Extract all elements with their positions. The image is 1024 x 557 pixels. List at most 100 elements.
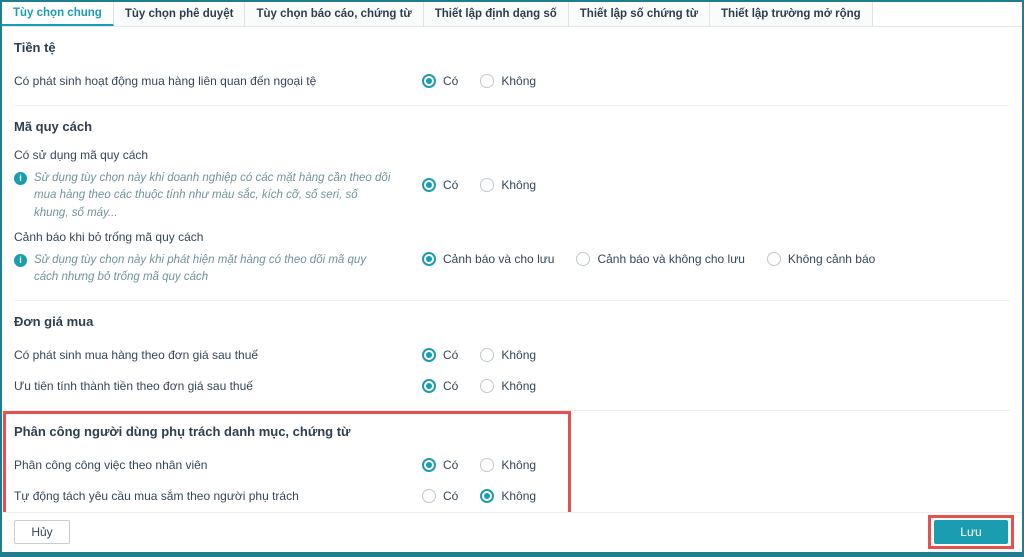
radio-button-icon[interactable] [480, 488, 495, 503]
settings-window: Tùy chọn chung Tùy chọn phê duyệt Tùy chọn… [0, 0, 1024, 557]
radio-option[interactable]: Không [480, 178, 537, 193]
info-icon: i [14, 172, 27, 186]
radio-option-label: Có [443, 378, 459, 393]
radio-option[interactable]: Không [480, 74, 536, 88]
radio-button-icon[interactable] [480, 178, 495, 193]
tab-4[interactable]: Thiết lập định dạng số [423, 2, 569, 26]
setting-text: Có phát sinh hoạt động mua hàng liên qua… [14, 73, 316, 89]
radio-option[interactable]: Không [480, 488, 537, 503]
radio-option-label: Cảnh báo và cho lưu [443, 251, 555, 266]
setting-text: Có sử dụng mã quy cách i Sử dụng tùy chọn … [14, 147, 392, 224]
radio-button-icon[interactable] [480, 378, 495, 393]
setting-row: Có phát sinh hoạt động mua hàng liên qua… [14, 68, 1010, 94]
radio-option[interactable]: Có [422, 488, 459, 503]
radio-option-label: Không cảnh báo [787, 251, 876, 266]
radio-option[interactable]: Có [422, 178, 459, 193]
radio-option[interactable]: Có [422, 378, 459, 393]
radio-button-icon[interactable] [766, 251, 781, 266]
info-icon: i [14, 254, 27, 268]
radio-button-icon[interactable] [480, 457, 495, 472]
save-button-wrapper: Lưu [928, 514, 1014, 549]
radio-option-label: Không [501, 457, 537, 472]
setting-text: Ưu tiên tính thành tiền theo đơn giá sau… [14, 378, 253, 394]
tab-2[interactable]: Tùy chọn phê duyệt [113, 2, 246, 26]
setting-row: Có phát sinh mua hàng theo đơn giá sau t… [14, 342, 1010, 368]
radio-option[interactable]: Không cảnh báo [766, 251, 876, 266]
radio-option-label: Có [443, 74, 459, 88]
footer-bar: Hủy Lưu [2, 512, 1022, 552]
tab-5[interactable]: Thiết lập số chứng từ [568, 2, 711, 26]
radio-option[interactable]: Không [480, 378, 537, 393]
radio-option[interactable]: Có [422, 74, 458, 88]
tab-3[interactable]: Tùy chọn báo cáo, chứng từ [245, 2, 424, 26]
setting-label: Ưu tiên tính thành tiền theo đơn giá sau… [14, 378, 253, 393]
radio-option-label: Có [443, 488, 459, 503]
setting-note-text: Sử dụng tùy chọn này khi doanh nghiệp có… [34, 172, 391, 219]
setting-label: Có phát sinh hoạt động mua hàng liên qua… [14, 73, 317, 88]
section-currency: Tiền tệ Có phát sinh hoạt động mua hàng l… [14, 27, 1010, 105]
radio-group: Có Không [422, 488, 537, 503]
section-title: Mã quy cách [14, 119, 93, 134]
setting-row: Có sử dụng mã quy cách i Sử dụng tùy chọn … [14, 147, 1010, 224]
setting-text: Tự động tách yêu cầu mua sắm theo người … [14, 488, 299, 504]
radio-option[interactable]: Cảnh báo và cho lưu [422, 251, 555, 266]
setting-text: Có phát sinh mua hàng theo đơn giá sau t… [14, 347, 258, 363]
radio-option-label: Có [443, 457, 459, 472]
save-button[interactable]: Lưu [934, 519, 1008, 544]
tab-bar: Tùy chọn chung Tùy chọn phê duyệt Tùy chọn… [2, 2, 1022, 27]
setting-text: Cảnh báo khi bỏ trống mã quy cách i Sử dụn… [14, 229, 392, 289]
tab-1[interactable]: Tùy chọn chung [2, 2, 114, 26]
setting-label: Tự động tách yêu cầu mua sắm theo người … [14, 488, 299, 503]
section-unit-price: Đơn giá mua Có phát sinh mua hàng theo đơ… [14, 299, 1010, 410]
radio-group: Cảnh báo và cho lưu Cảnh báo và không cho… [422, 251, 876, 266]
setting-label: Có sử dụng mã quy cách [14, 148, 149, 162]
radio-option[interactable]: Không [480, 347, 537, 362]
radio-option-label: Có [443, 347, 459, 362]
setting-text: Phân công công việc theo nhân viên [14, 457, 207, 473]
radio-option[interactable]: Có [422, 347, 459, 362]
section-title: Tiền tệ [14, 40, 56, 55]
section-title: Đơn giá mua [14, 313, 94, 329]
radio-button-icon[interactable] [576, 251, 591, 266]
radio-option-label: Có [443, 178, 459, 193]
setting-note-text: Sử dụng tùy chọn này khi phát hiện mặt h… [34, 254, 367, 284]
setting-row: Cảnh báo khi bỏ trống mã quy cách i Sử dụn… [14, 229, 1010, 289]
setting-label: Phân công công việc theo nhân viên [14, 457, 208, 472]
radio-button-icon[interactable] [422, 457, 436, 472]
radio-option[interactable]: Có [422, 457, 459, 472]
setting-label: Cảnh báo khi bỏ trống mã quy cách [14, 229, 204, 244]
radio-group: Có Không [422, 178, 537, 193]
setting-label: Có phát sinh mua hàng theo đơn giá sau t… [14, 347, 259, 362]
setting-note: i Sử dụng tùy chọn này khi doanh nghiệp c… [14, 170, 392, 222]
radio-group: Có Không [422, 457, 537, 472]
setting-row: Phân công công việc theo nhân viên Có Khôn… [14, 452, 1010, 478]
radio-option-label: Không [501, 488, 537, 503]
radio-button-icon[interactable] [422, 347, 436, 362]
section-assign-owner: Phân công người dùng phụ trách danh mục,… [3, 409, 1010, 512]
setting-note: i Sử dụng tùy chọn này khi phát hiện mặt … [14, 252, 392, 287]
radio-button-icon[interactable] [422, 488, 436, 503]
radio-button-icon[interactable] [480, 347, 495, 362]
radio-option[interactable]: Không [480, 457, 537, 472]
radio-option-label: Không [501, 74, 537, 88]
radio-button-icon[interactable] [422, 251, 436, 266]
radio-option-label: Không [501, 378, 537, 393]
section-spec-code: Mã quy cách Có sử dụng mã quy cách i Sử dụn… [14, 105, 1010, 300]
setting-row: Ưu tiên tính thành tiền theo đơn giá sau… [14, 373, 1010, 399]
radio-option-label: Cảnh báo và không cho lưu [597, 251, 745, 266]
radio-group: Có Không [422, 378, 537, 393]
radio-option-label: Không [501, 178, 537, 193]
radio-button-icon[interactable] [422, 178, 436, 193]
radio-group: Có Không [422, 347, 537, 362]
cancel-button[interactable]: Hủy [14, 519, 70, 544]
radio-option[interactable]: Cảnh báo và không cho lưu [576, 251, 745, 266]
settings-content: Tiền tệ Có phát sinh hoạt động mua hàng l… [2, 27, 1022, 512]
section-title: Phân công người dùng phụ trách danh mục,… [14, 423, 351, 439]
setting-row: Tự động tách yêu cầu mua sắm theo người … [14, 483, 1010, 509]
tab-6[interactable]: Thiết lập trường mở rộng [710, 2, 873, 26]
radio-button-icon[interactable] [422, 74, 436, 88]
radio-button-icon[interactable] [480, 74, 495, 88]
radio-group: Có Không [422, 74, 536, 88]
radio-button-icon[interactable] [422, 378, 436, 393]
radio-option-label: Không [501, 347, 537, 362]
